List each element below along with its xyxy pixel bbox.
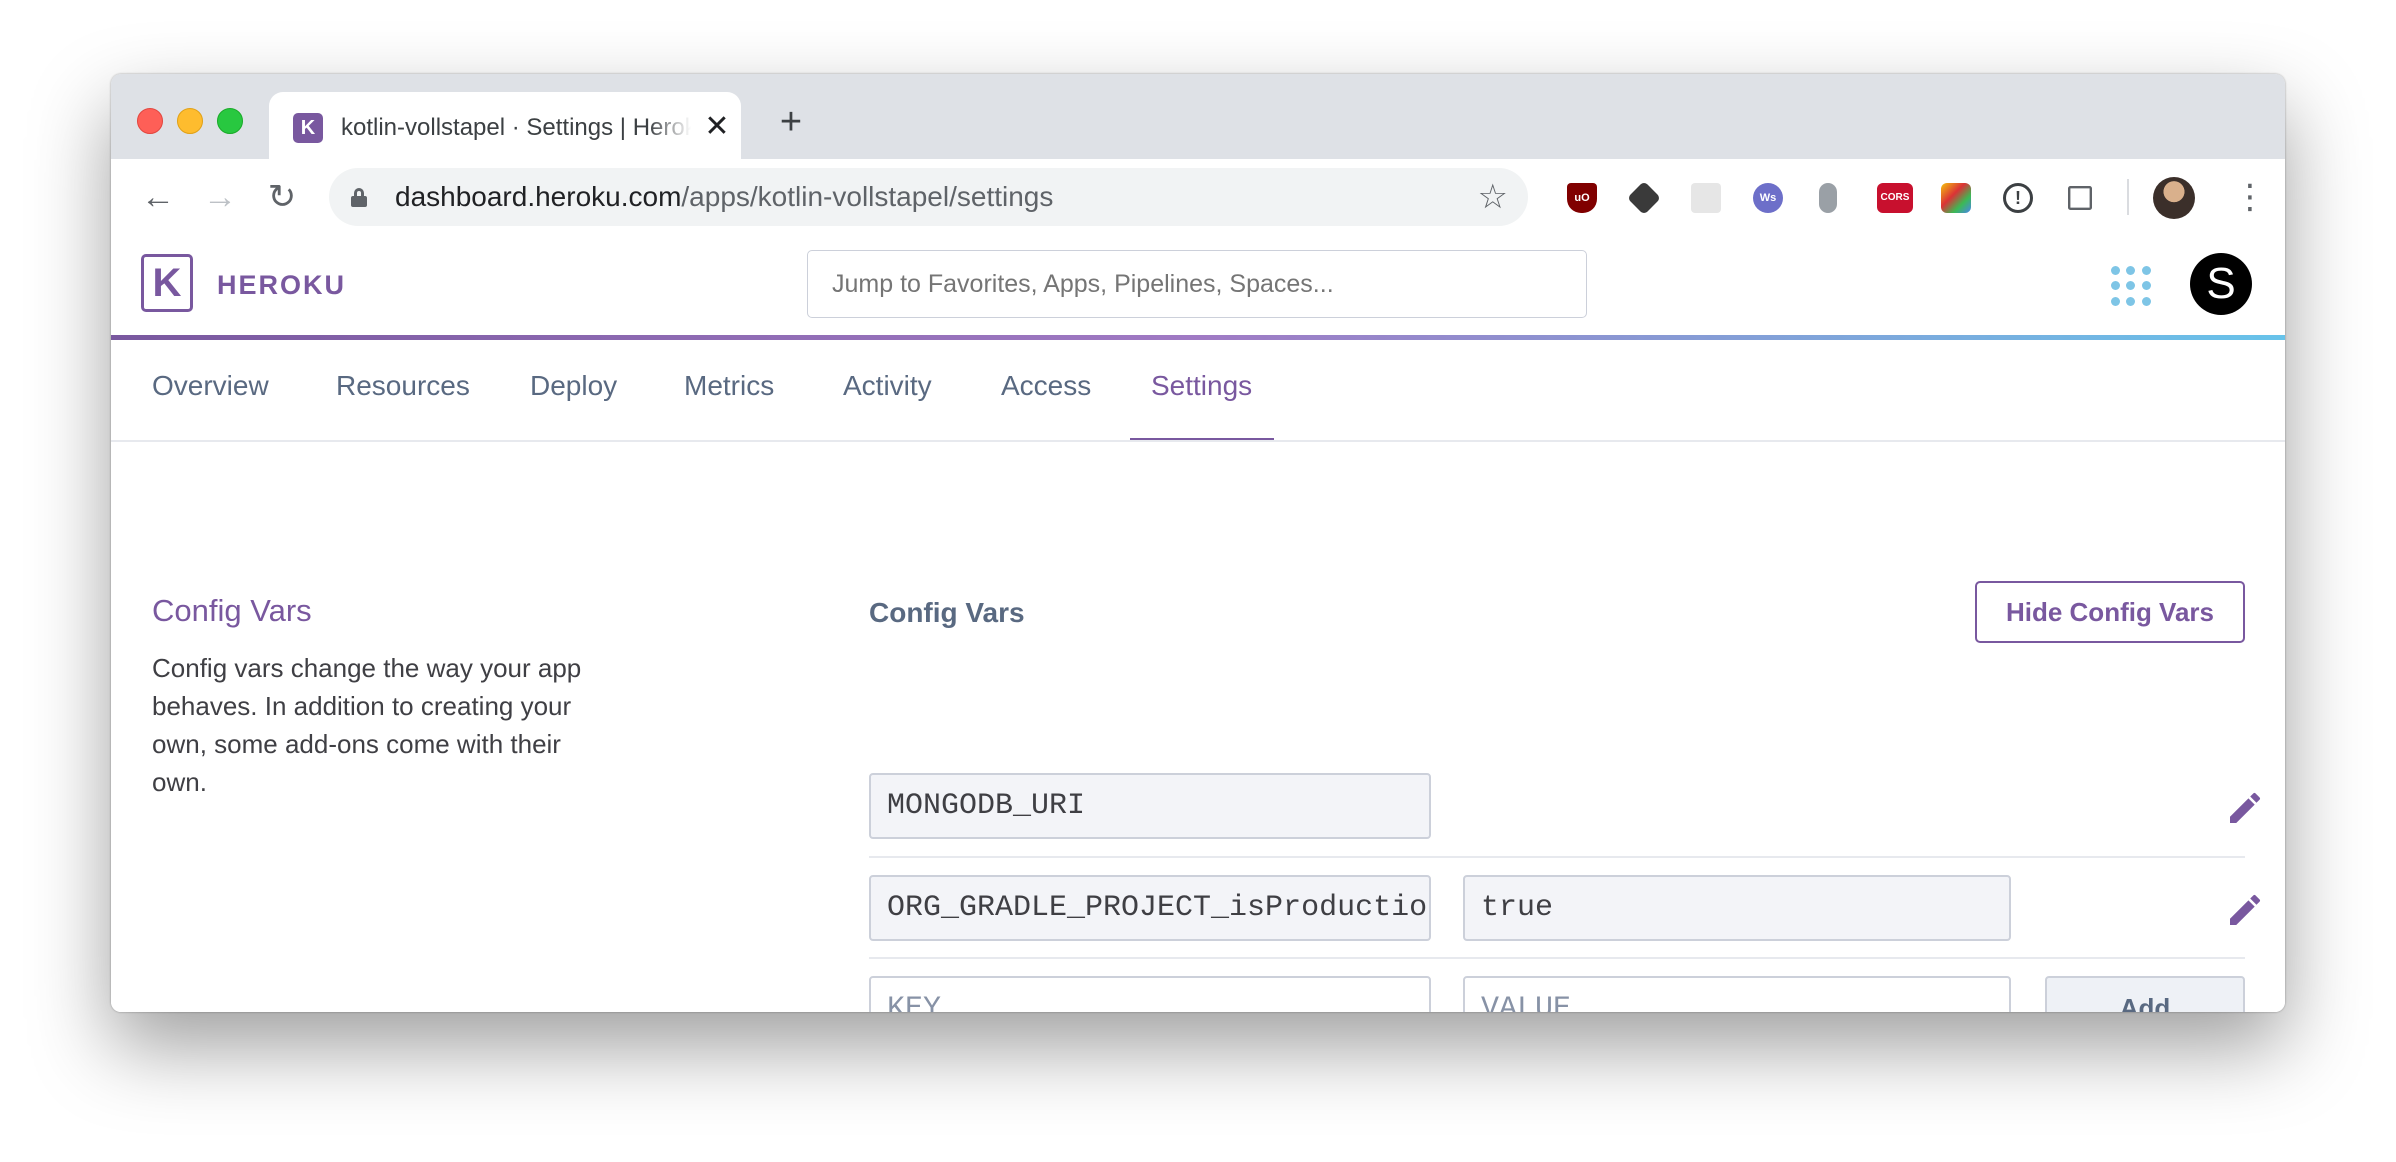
url-text[interactable]: dashboard.heroku.com/apps/kotlin-vollsta… [395, 181, 1053, 213]
global-search-input[interactable] [807, 250, 1587, 318]
forward-icon[interactable]: → [198, 175, 242, 219]
tab-strip: K kotlin-vollstapel · Settings | Heroku … [111, 74, 2285, 159]
heroku-page: K HEROKU S Overview Resources Deploy Met… [111, 235, 2285, 1012]
account-avatar[interactable]: S [2190, 253, 2252, 315]
tab-metrics[interactable]: Metrics [684, 366, 774, 406]
info-icon[interactable]: ! [2003, 183, 2033, 213]
minimize-window-button[interactable] [177, 108, 203, 134]
maximize-window-button[interactable] [217, 108, 243, 134]
bookmark-star-icon[interactable]: ☆ [1478, 179, 1508, 215]
new-value-input[interactable] [1463, 976, 2011, 1012]
add-config-var-button[interactable]: Add [2045, 976, 2245, 1012]
browser-tab[interactable]: K kotlin-vollstapel · Settings | Heroku … [269, 92, 741, 159]
close-window-button[interactable] [137, 108, 163, 134]
config-key-field[interactable]: MONGODB_URI [869, 773, 1431, 839]
app-subnav: Overview Resources Deploy Metrics Activi… [111, 340, 2285, 442]
url-path: /apps/kotlin-vollstapel/settings [681, 181, 1054, 212]
grid-icon[interactable] [2068, 186, 2092, 210]
react-icon[interactable] [1691, 183, 1721, 213]
browser-toolbar: ← → ↻ dashboard.heroku.com/apps/kotlin-v… [111, 159, 2285, 236]
new-key-input[interactable] [869, 976, 1431, 1012]
tab-title: kotlin-vollstapel · Settings | Heroku [341, 114, 691, 141]
tab-close-icon[interactable]: ✕ [699, 109, 735, 145]
url-host: dashboard.heroku.com [395, 181, 682, 212]
tab-deploy[interactable]: Deploy [530, 366, 617, 406]
ws-icon[interactable]: Ws [1753, 183, 1783, 213]
row-divider [869, 957, 2245, 959]
row-divider [869, 856, 2245, 858]
apps-grid-icon[interactable] [2111, 266, 2151, 306]
tab-access[interactable]: Access [1001, 366, 1091, 406]
kebab-menu-icon[interactable]: ⋮ [2233, 177, 2267, 217]
toolbar-divider [2127, 179, 2129, 215]
reload-icon[interactable]: ↻ [260, 175, 304, 219]
profile-avatar[interactable] [2153, 177, 2195, 219]
config-value-field[interactable]: true [1463, 875, 2011, 941]
address-bar[interactable]: dashboard.heroku.com/apps/kotlin-vollsta… [329, 168, 1528, 226]
tab-resources[interactable]: Resources [336, 366, 470, 406]
ublock-icon[interactable]: uO [1567, 183, 1597, 213]
config-key-field[interactable]: ORG_GRADLE_PROJECT_isProduction [869, 875, 1431, 941]
edit-pencil-icon[interactable] [2225, 890, 2265, 930]
active-tab-underline [1130, 438, 1274, 440]
browser-window: K kotlin-vollstapel · Settings | Heroku … [111, 74, 2285, 1012]
lock-icon [351, 188, 367, 207]
section-description: Config vars change the way your app beha… [152, 653, 582, 797]
tab-activity[interactable]: Activity [843, 366, 932, 406]
heroku-logo-icon[interactable]: K [141, 254, 193, 312]
section-heading: Config Vars [152, 593, 312, 628]
mouse-icon[interactable] [1819, 183, 1837, 213]
tab-overview[interactable]: Overview [152, 366, 269, 406]
screenshot-icon[interactable] [1941, 183, 1971, 213]
config-vars-title: Config Vars [869, 597, 1025, 628]
cube-icon[interactable] [1627, 181, 1661, 215]
cors-icon[interactable]: CORS [1877, 183, 1913, 213]
hide-config-vars-button[interactable]: Hide Config Vars [1975, 581, 2245, 643]
tab-settings[interactable]: Settings [1151, 366, 1252, 406]
heroku-header: K HEROKU S [111, 235, 2285, 335]
heroku-favicon-icon: K [293, 113, 323, 143]
heroku-wordmark[interactable]: HEROKU [217, 269, 346, 301]
edit-pencil-icon[interactable] [2225, 788, 2265, 828]
new-tab-button[interactable]: + [771, 102, 811, 142]
back-icon[interactable]: ← [136, 175, 180, 219]
